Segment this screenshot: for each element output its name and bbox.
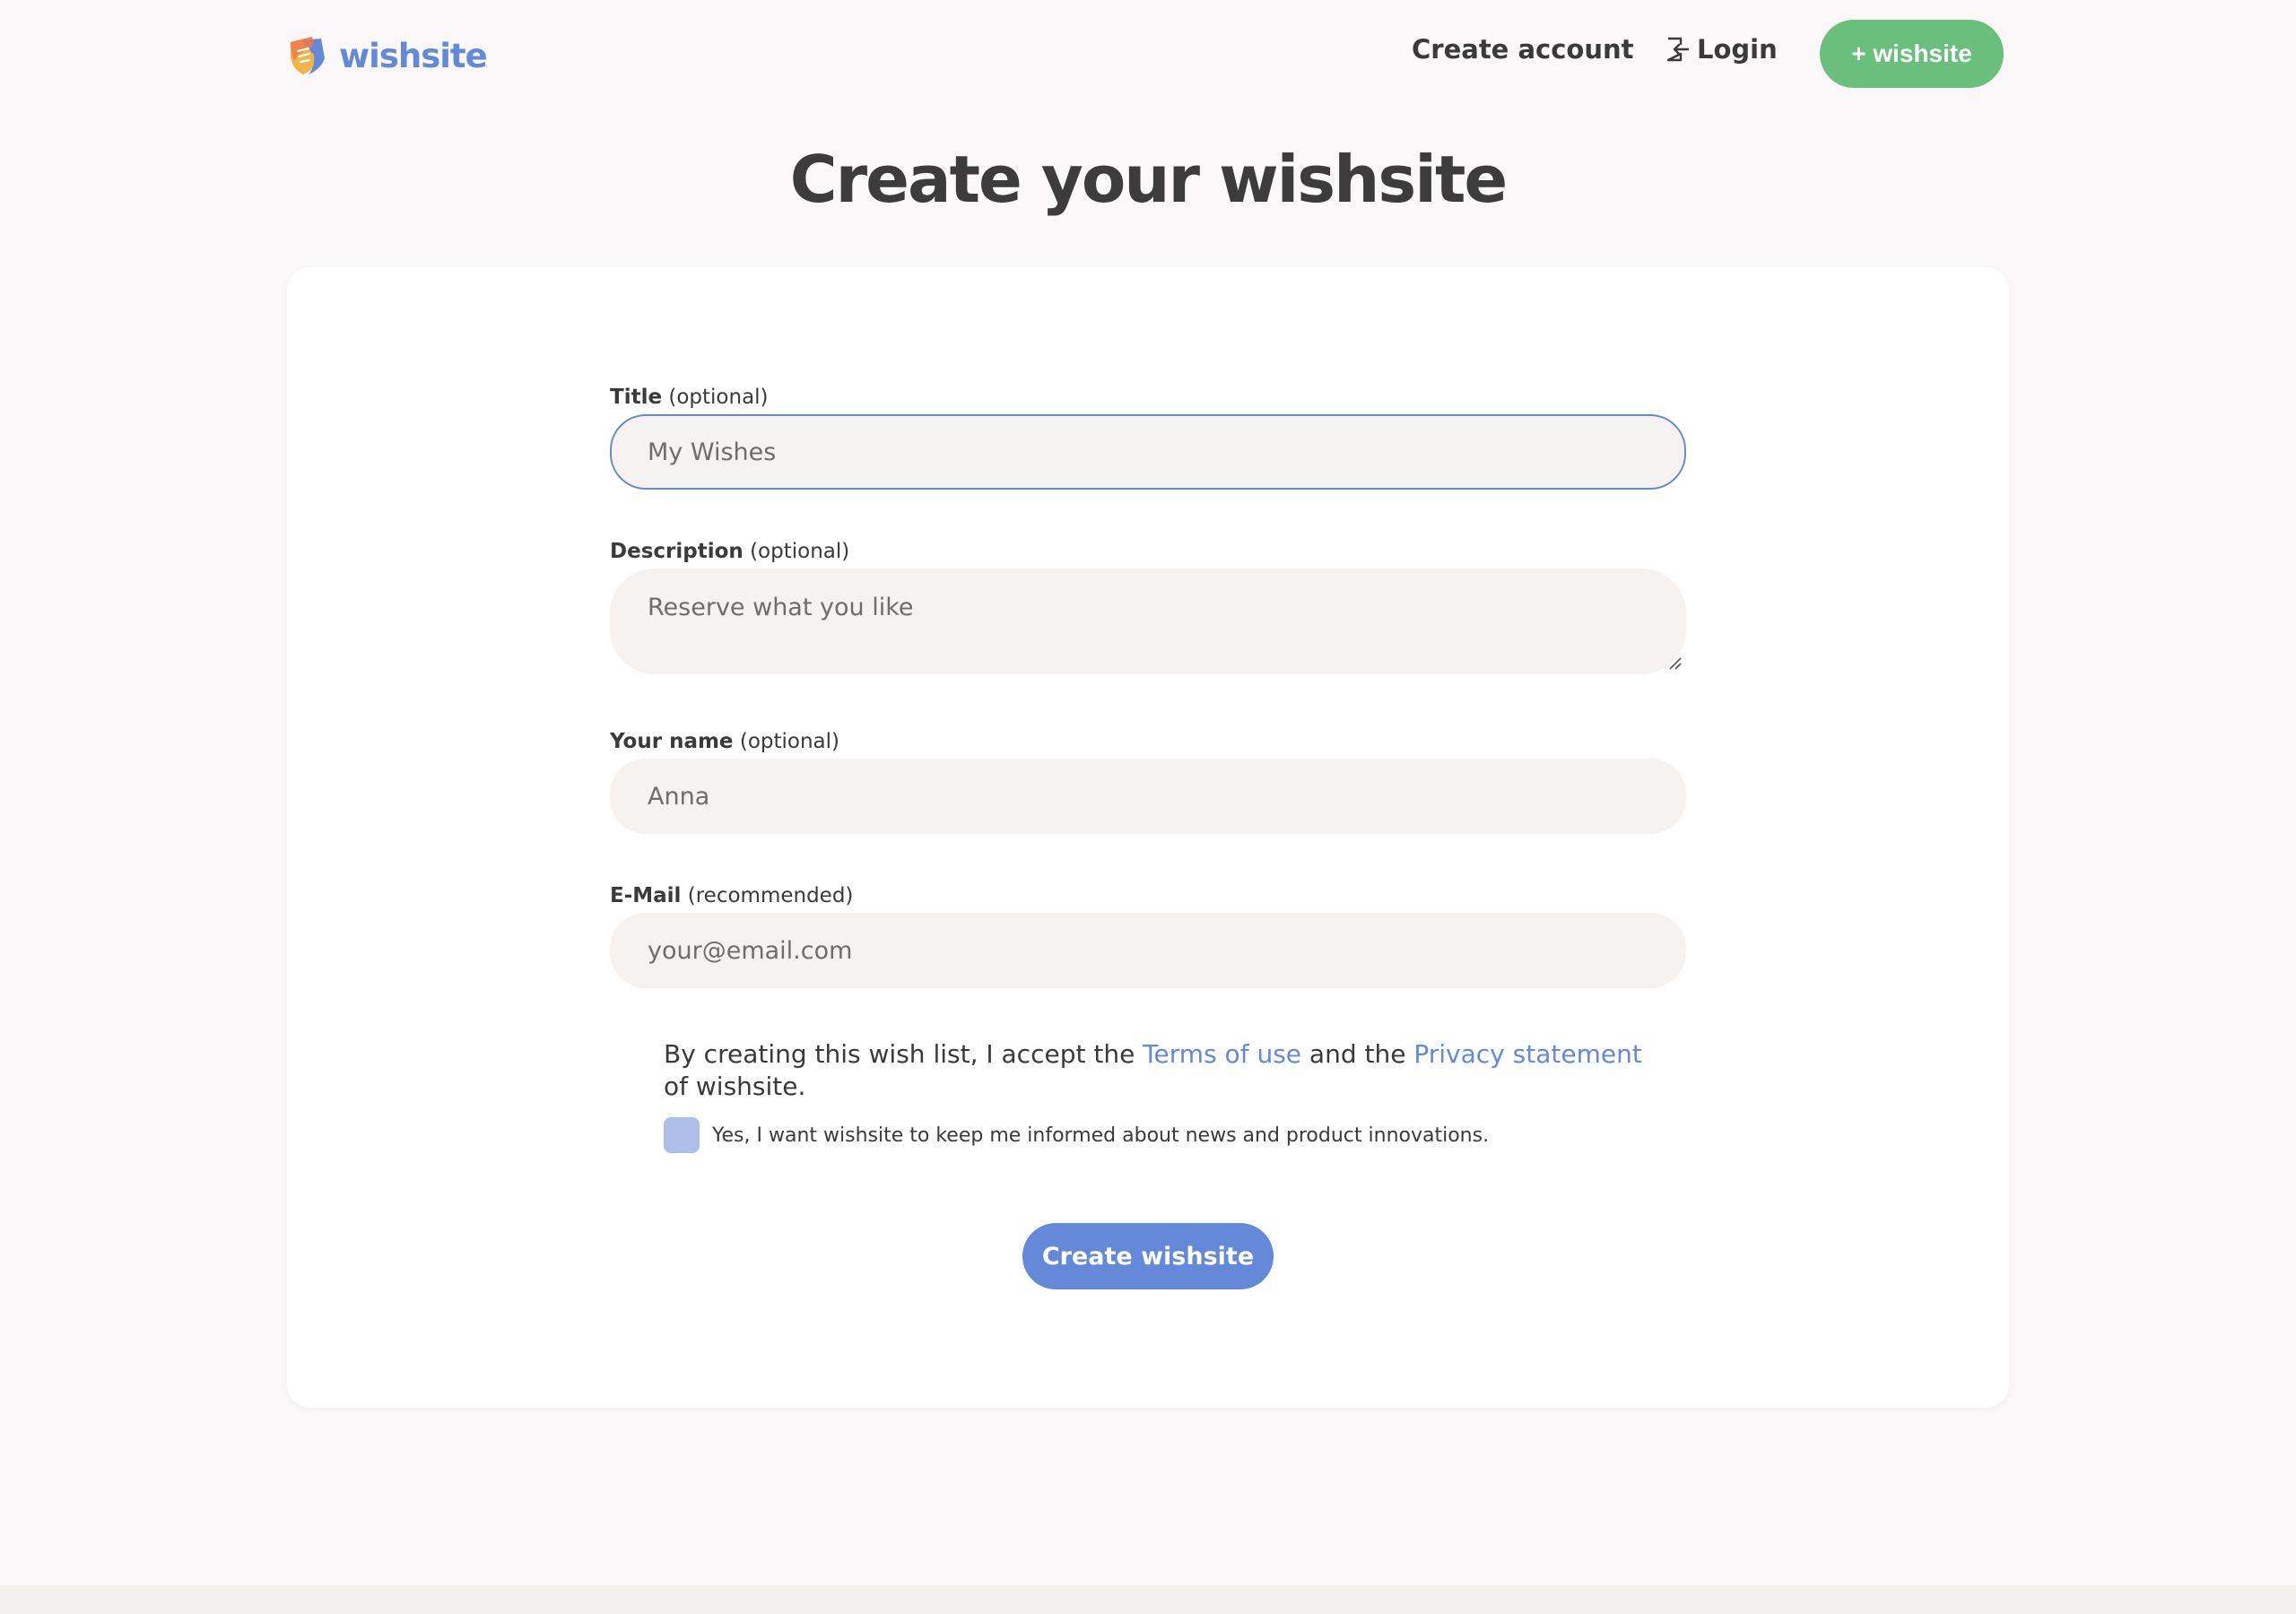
create-wishsite-button[interactable]: Create wishsite: [1022, 1223, 1274, 1289]
email-label-text: E-Mail: [610, 884, 682, 907]
title-label-hint: (optional): [668, 386, 769, 409]
consent-text: By creating this wish list, I accept the…: [664, 1038, 1650, 1103]
consent-middle: and the: [1301, 1039, 1414, 1069]
title-label-text: Title: [610, 386, 663, 409]
name-label: Your name (optional): [610, 730, 839, 753]
login-label: Login: [1697, 34, 1778, 65]
site-header: wishsite Create account Login + wishsite: [0, 0, 2296, 108]
title-input[interactable]: [610, 414, 1686, 490]
privacy-statement-link[interactable]: Privacy statement: [1413, 1039, 1641, 1069]
page: wishsite Create account Login + wishsite…: [0, 0, 2296, 1614]
logo[interactable]: wishsite: [285, 30, 488, 81]
title-label: Title (optional): [610, 386, 769, 409]
name-label-text: Your name: [610, 730, 734, 753]
email-input[interactable]: [610, 913, 1686, 988]
email-label: E-Mail (recommended): [610, 884, 853, 907]
description-label: Description (optional): [610, 540, 849, 563]
email-label-hint: (recommended): [687, 884, 854, 907]
consent-suffix: of wishsite.: [664, 1072, 806, 1101]
name-label-hint: (optional): [739, 730, 840, 753]
logo-text: wishsite: [339, 36, 488, 75]
create-account-link[interactable]: Create account: [1412, 34, 1633, 65]
resize-handle-icon[interactable]: [1666, 655, 1683, 671]
newsletter-label: Yes, I want wishsite to keep me informed…: [712, 1124, 1490, 1147]
newsletter-checkbox[interactable]: [664, 1117, 700, 1153]
terms-of-use-link[interactable]: Terms of use: [1143, 1039, 1301, 1069]
description-label-hint: (optional): [750, 540, 850, 563]
login-icon: [1666, 37, 1690, 62]
footer: [0, 1585, 2296, 1614]
description-textarea[interactable]: [610, 568, 1686, 674]
new-wishsite-button[interactable]: + wishsite: [1820, 20, 2004, 88]
name-input[interactable]: [610, 759, 1686, 834]
newsletter-option[interactable]: Yes, I want wishsite to keep me informed…: [664, 1117, 1489, 1153]
page-title: Create your wishsite: [789, 142, 1508, 217]
description-label-text: Description: [610, 540, 744, 563]
login-link[interactable]: Login: [1665, 34, 1778, 65]
wishsite-logo-icon: [291, 37, 325, 74]
consent-prefix: By creating this wish list, I accept the: [664, 1039, 1144, 1069]
